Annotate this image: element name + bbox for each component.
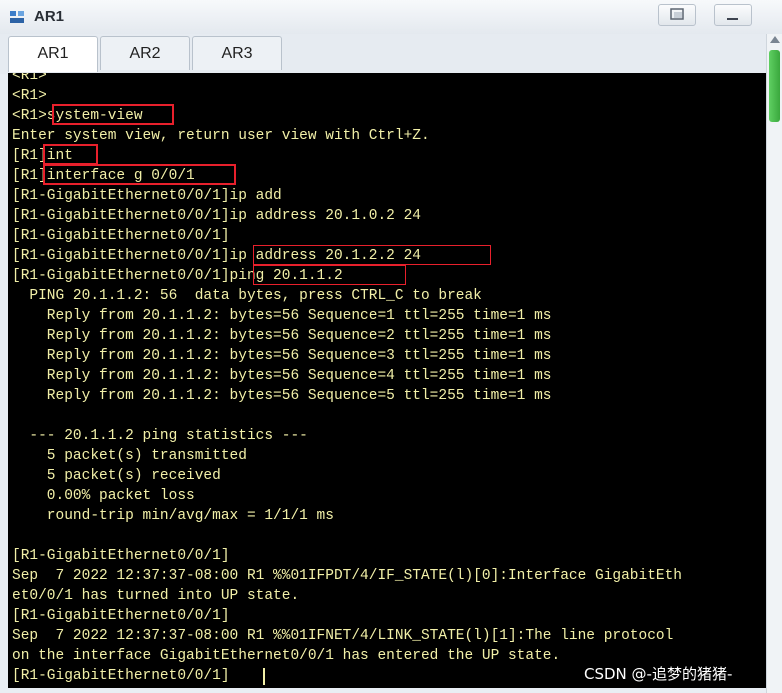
terminal-line: [R1-GigabitEthernet0/0/1] — [12, 668, 230, 684]
terminal-line: et0/0/1 has turned into UP state. — [12, 588, 300, 604]
terminal-line: Reply from 20.1.1.2: bytes=56 Sequence=2… — [12, 328, 552, 344]
terminal-line: Reply from 20.1.1.2: bytes=56 Sequence=3… — [12, 348, 552, 364]
terminal-line: [R1-GigabitEthernet0/0/1]ip add — [12, 188, 282, 204]
highlight-ip-address — [253, 245, 491, 265]
scroll-thumb[interactable] — [769, 50, 780, 122]
tab-ar2[interactable]: AR2 — [100, 36, 190, 70]
terminal-line: round-trip min/avg/max = 1/1/1 ms — [12, 508, 334, 524]
highlight-ping — [253, 265, 406, 285]
terminal-line: on the interface GigabitEthernet0/0/1 ha… — [12, 648, 561, 664]
terminal-line: PING 20.1.1.2: 56 data bytes, press CTRL… — [12, 288, 482, 304]
terminal-line: <R1> — [12, 73, 47, 84]
router-icon — [10, 11, 24, 23]
minimize-icon — [727, 18, 738, 20]
highlight-interface-cmd — [43, 164, 236, 185]
restore-icon — [670, 8, 684, 20]
scroll-up-icon[interactable] — [770, 36, 780, 43]
terminal-line: Sep 7 2022 12:37:37-08:00 R1 %%01IFPDT/4… — [12, 568, 683, 584]
minimize-button[interactable] — [714, 4, 752, 26]
terminal-line: Reply from 20.1.1.2: bytes=56 Sequence=4… — [12, 368, 552, 384]
terminal-line: Enter system view, return user view with… — [12, 128, 430, 144]
terminal-line: Reply from 20.1.1.2: bytes=56 Sequence=1… — [12, 308, 552, 324]
highlight-system-view — [52, 104, 174, 125]
text-cursor — [263, 668, 265, 685]
terminal-line: --- 20.1.1.2 ping statistics --- — [12, 428, 308, 444]
terminal-line: [R1-GigabitEthernet0/0/1] — [12, 548, 230, 564]
terminal-line: Sep 7 2022 12:37:37-08:00 R1 %%01IFNET/4… — [12, 628, 674, 644]
terminal-line: [R1-GigabitEthernet0/0/1] — [12, 608, 230, 624]
terminal-line: Reply from 20.1.1.2: bytes=56 Sequence=5… — [12, 388, 552, 404]
window-title: AR1 — [34, 8, 65, 25]
title-bar: AR1 — [0, 0, 782, 35]
terminal-console[interactable]: <R1> <R1> <R1>system-view Enter system v… — [8, 73, 766, 688]
terminal-line: [R1-GigabitEthernet0/0/1]ip address 20.1… — [12, 208, 421, 224]
highlight-int — [43, 144, 98, 165]
terminal-line: 0.00% packet loss — [12, 488, 195, 504]
tab-ar3[interactable]: AR3 — [192, 36, 282, 70]
terminal-line: [R1-GigabitEthernet0/0/1] — [12, 228, 230, 244]
vertical-scrollbar[interactable] — [766, 34, 782, 693]
restore-button[interactable] — [658, 4, 696, 26]
tab-bar: AR1 AR2 AR3 — [0, 34, 782, 74]
terminal-line: <R1> — [12, 88, 47, 104]
terminal-line: 5 packet(s) received — [12, 468, 221, 484]
watermark: CSDN @-追梦的猪猪- — [584, 665, 733, 683]
tab-ar1[interactable]: AR1 — [8, 36, 98, 72]
terminal-line: 5 packet(s) transmitted — [12, 448, 247, 464]
